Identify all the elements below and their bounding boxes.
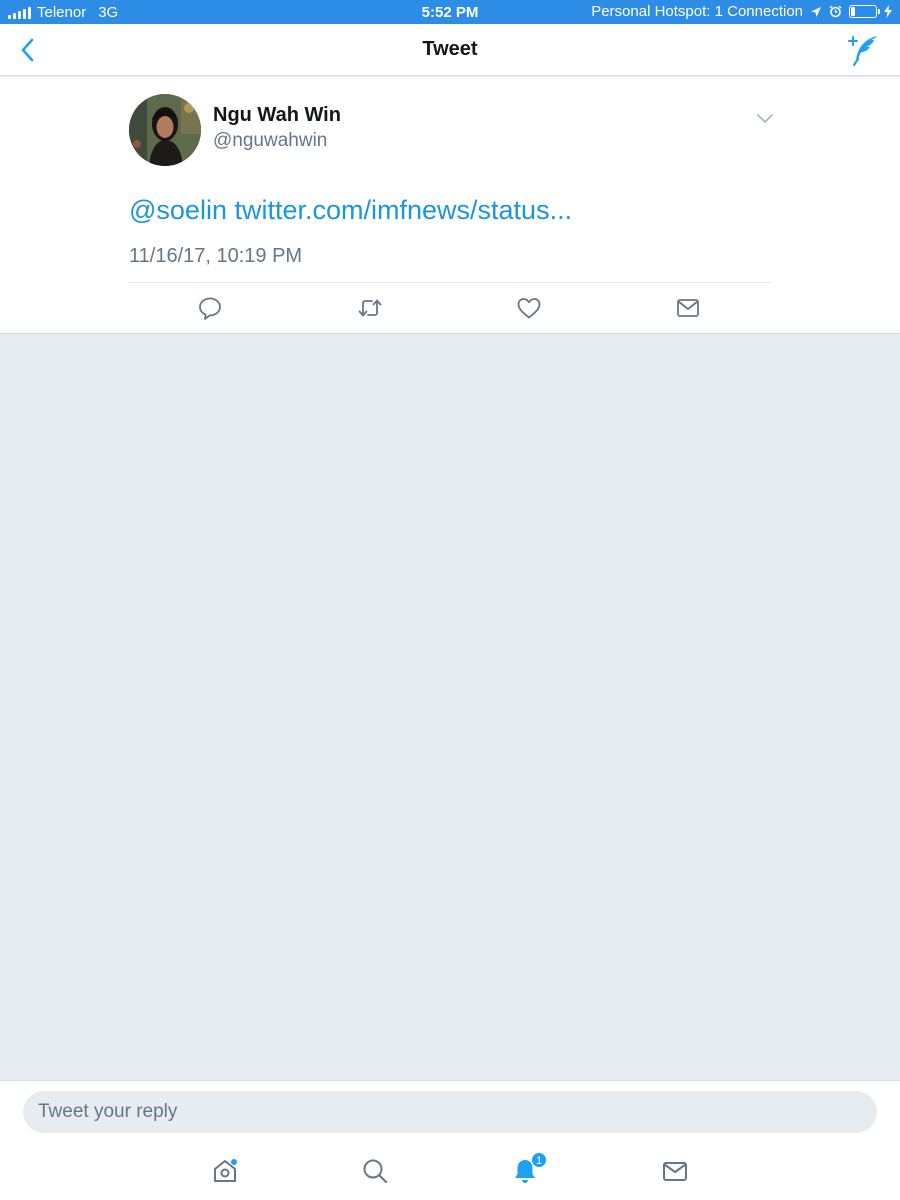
tweet-text: @soelin twitter.com/imfnews/status... (129, 195, 572, 226)
page-title: Tweet (422, 38, 478, 60)
mention-link[interactable]: @soelin (129, 195, 227, 225)
author-handle[interactable]: @nguwahwin (213, 130, 327, 152)
chevron-down-icon[interactable] (754, 107, 776, 129)
hotspot-label: Personal Hotspot: 1 Connection (591, 3, 803, 20)
status-bar: Telenor 3G 5:52 PM Personal Hotspot: 1 C… (0, 0, 900, 24)
tweet-detail: Ngu Wah Win @nguwahwin @soelin twitter.c… (0, 77, 900, 334)
charging-icon (884, 5, 892, 18)
alarm-icon (829, 5, 842, 18)
reply-input[interactable] (23, 1091, 877, 1133)
retweet-icon[interactable] (357, 295, 383, 321)
author-name[interactable]: Ngu Wah Win (213, 104, 341, 127)
battery-icon (849, 5, 880, 18)
compose-tweet-icon[interactable] (846, 33, 880, 67)
tweet-timestamp: 11/16/17, 10:19 PM (129, 245, 303, 267)
like-icon[interactable] (516, 295, 542, 321)
url-link[interactable]: twitter.com/imfnews/status... (234, 195, 572, 225)
navigation-bar: Tweet (0, 24, 900, 76)
notification-badge: 1 (531, 1152, 547, 1168)
avatar[interactable] (129, 94, 201, 166)
search-icon[interactable] (360, 1156, 390, 1186)
home-icon[interactable] (210, 1156, 240, 1186)
reply-icon[interactable] (197, 295, 223, 321)
bottom-panel: 1 (0, 1080, 900, 1200)
empty-replies-area (0, 334, 900, 1080)
location-icon (811, 6, 821, 17)
direct-message-icon[interactable] (675, 295, 701, 321)
messages-icon[interactable] (660, 1156, 690, 1186)
divider (129, 282, 771, 283)
